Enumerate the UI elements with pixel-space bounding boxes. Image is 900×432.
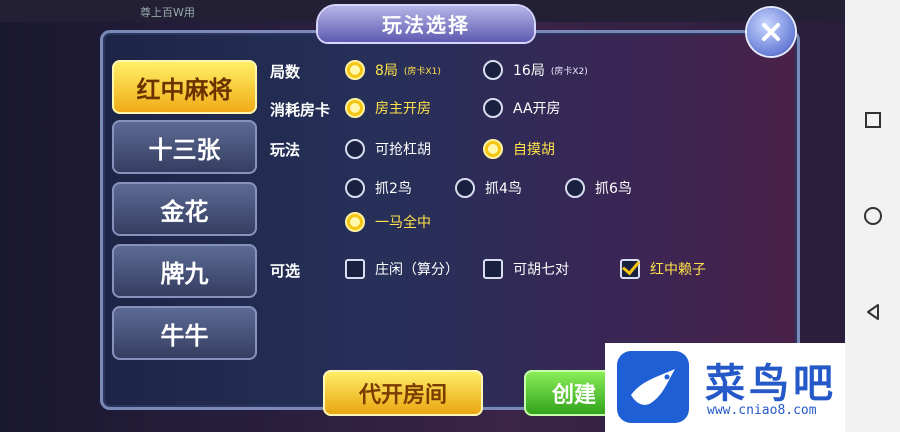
home-button[interactable] <box>845 196 900 236</box>
tab-niuniu[interactable]: 牛牛 <box>112 306 257 360</box>
radio-unselected[interactable] <box>565 178 585 198</box>
status-text: 尊上百W用 <box>140 6 195 19</box>
home-icon <box>863 207 882 225</box>
radio-unselected[interactable] <box>455 178 475 198</box>
back-icon <box>866 304 879 320</box>
create-for-others-button[interactable]: 代开房间 <box>323 370 483 416</box>
bird-option-all[interactable]: 一马全中 <box>345 212 431 232</box>
bird-logo-icon <box>617 351 689 423</box>
close-icon <box>762 23 780 41</box>
rounds-label: 局数 <box>270 63 301 81</box>
radio-unselected[interactable] <box>345 139 365 159</box>
radio-unselected[interactable] <box>483 98 503 118</box>
optional-seven-pairs[interactable]: 可胡七对 <box>483 259 569 279</box>
watermark-title: 菜鸟吧 <box>705 360 837 407</box>
checkbox-checked[interactable] <box>620 256 640 279</box>
system-navigation-bar <box>845 0 900 432</box>
radio-selected[interactable] <box>345 98 365 118</box>
card-cost-option-aa[interactable]: AA开房 <box>483 98 561 118</box>
radio-unselected[interactable] <box>483 60 503 80</box>
bird-option-6[interactable]: 抓6鸟 <box>565 178 632 198</box>
checkbox-unchecked[interactable] <box>483 259 503 279</box>
rounds-option-16[interactable]: 16局 (房卡X2) <box>483 60 588 80</box>
recents-button[interactable] <box>845 100 900 140</box>
optional-dealer-score[interactable]: 庄闲（算分） <box>345 259 459 279</box>
play-option-self-draw[interactable]: 自摸胡 <box>483 139 555 159</box>
card-cost-option-host[interactable]: 房主开房 <box>345 98 431 118</box>
recents-icon <box>864 112 881 128</box>
rounds-option-8[interactable]: 8局 (房卡X1) <box>345 60 441 80</box>
play-option-rob-kong[interactable]: 可抢杠胡 <box>345 139 431 159</box>
watermark-url: www.cniao8.com <box>707 403 817 418</box>
close-button[interactable] <box>747 8 795 56</box>
watermark: 菜鸟吧 www.cniao8.com <box>605 343 845 432</box>
back-button[interactable] <box>845 292 900 332</box>
tab-thirteen-cards[interactable]: 十三张 <box>112 120 257 174</box>
dialog-title: 玩法选择 <box>382 13 470 37</box>
play-label: 玩法 <box>270 141 301 159</box>
optional-label: 可选 <box>270 262 301 280</box>
radio-selected[interactable] <box>345 212 365 232</box>
tab-pai-gow[interactable]: 牌九 <box>112 244 257 298</box>
optional-red-dragon-wild[interactable]: 红中赖子 <box>620 256 706 279</box>
bird-option-4[interactable]: 抓4鸟 <box>455 178 522 198</box>
bird-option-2[interactable]: 抓2鸟 <box>345 178 412 198</box>
radio-selected[interactable] <box>345 60 365 80</box>
radio-selected[interactable] <box>483 139 503 159</box>
radio-unselected[interactable] <box>345 178 365 198</box>
tab-golden-flower[interactable]: 金花 <box>112 182 257 236</box>
checkbox-unchecked[interactable] <box>345 259 365 279</box>
checkmark-icon <box>622 256 640 276</box>
tab-hongzhong-mahjong[interactable]: 红中麻将 <box>112 60 257 114</box>
card-cost-label: 消耗房卡 <box>270 101 331 119</box>
